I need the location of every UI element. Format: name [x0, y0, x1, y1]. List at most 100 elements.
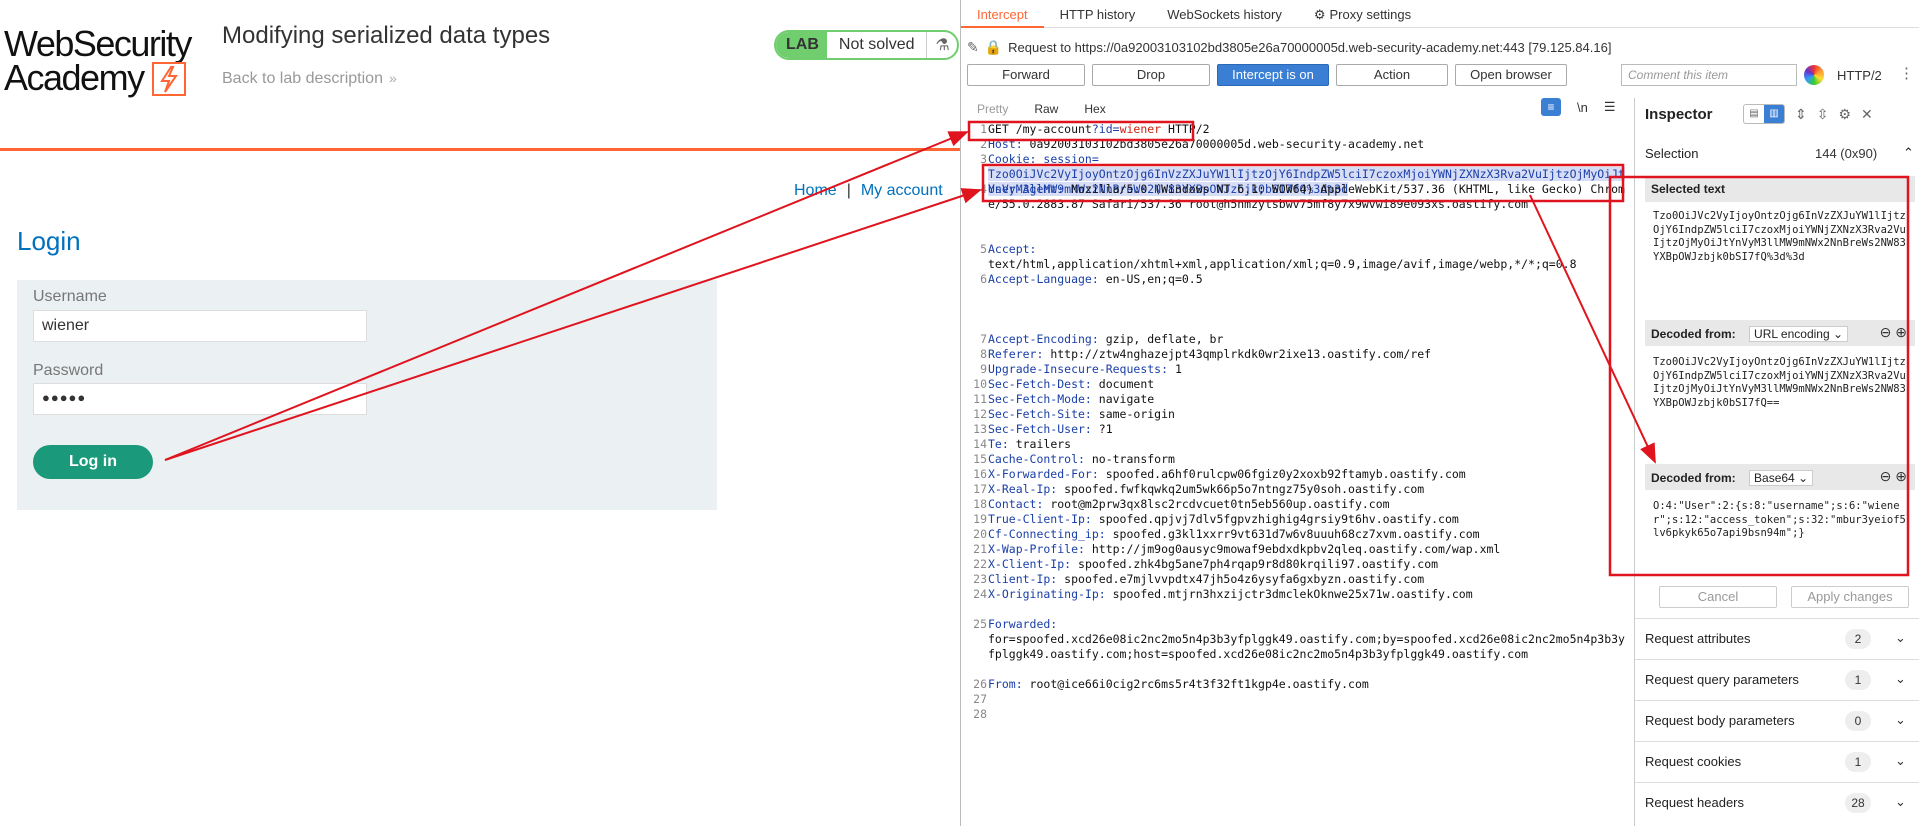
- request-line[interactable]: Referer: http://ztw4nghazejpt43qmplrkdk0…: [988, 347, 1628, 362]
- expand-all-icon[interactable]: ⇕: [1795, 106, 1807, 123]
- request-line[interactable]: X-Real-Ip: spoofed.fwfkqwkq2um5wk66p5o7n…: [988, 482, 1628, 497]
- tab-websockets-history[interactable]: WebSockets history: [1151, 0, 1298, 28]
- action-button[interactable]: Action: [1336, 64, 1448, 86]
- collapse-all-icon[interactable]: ⇳: [1817, 106, 1829, 123]
- layout-toggle[interactable]: ▤ ▥: [1743, 104, 1785, 124]
- comment-input[interactable]: Comment this item: [1621, 64, 1797, 86]
- tab-proxy-settings[interactable]: ⚙ Proxy settings: [1298, 0, 1427, 28]
- web-security-academy-logo[interactable]: WebSecurity Academy: [4, 26, 204, 98]
- top-nav: Home | My account: [794, 182, 943, 200]
- add-decoding-icon[interactable]: ⊕: [1895, 468, 1907, 484]
- remove-decoding-icon[interactable]: ⊖: [1880, 324, 1892, 340]
- tab-hex[interactable]: Hex: [1084, 102, 1105, 116]
- request-line[interactable]: Cache-Control: no-transform: [988, 452, 1628, 467]
- request-line[interactable]: True-Client-Ip: spoofed.qpjvj7dlv5fgpvzh…: [988, 512, 1628, 527]
- request-line[interactable]: Sec-Fetch-User: ?1: [988, 422, 1628, 437]
- line-number: 9: [980, 362, 987, 376]
- accordion-request-attributes[interactable]: Request attributes 2 ⌄: [1635, 618, 1919, 658]
- request-line[interactable]: X-Wap-Profile: http://jm9og0ausyc9mowaf9…: [988, 542, 1628, 557]
- request-line[interactable]: Client-Ip: spoofed.e7mjlvvpdtx47jh5o4z6y…: [988, 572, 1628, 587]
- request-line[interactable]: Sec-Fetch-Mode: navigate: [988, 392, 1628, 407]
- accordion-request-query-parameters[interactable]: Request query parameters 1 ⌄: [1635, 659, 1919, 699]
- lab-status-text: Not solved: [827, 32, 928, 58]
- password-input[interactable]: ●●●●●: [33, 383, 367, 415]
- add-decoding-icon[interactable]: ⊕: [1895, 324, 1907, 340]
- panel-layout-icon[interactable]: ▥: [1764, 105, 1784, 123]
- request-line-segment: same-origin: [1098, 407, 1175, 421]
- remove-decoding-icon[interactable]: ⊖: [1880, 468, 1892, 484]
- selection-row[interactable]: Selection 144 (0x90) ⌃: [1645, 145, 1915, 161]
- accordion-request-headers[interactable]: Request headers 28 ⌄: [1635, 782, 1919, 822]
- decode-type-select-2[interactable]: Base64 ⌄: [1749, 470, 1814, 486]
- decoded-base64-value[interactable]: O:4:"User":2:{s:8:"username";s:6:"wiener…: [1653, 500, 1911, 541]
- request-line[interactable]: Te: trailers: [988, 437, 1628, 452]
- request-line[interactable]: Contact: root@m2prw3qx8lsc2rcdvcuet0tn5e…: [988, 497, 1628, 512]
- decoded-url-label: Decoded from:: [1651, 327, 1736, 341]
- request-line[interactable]: Accept: text/html,application/xhtml+xml,…: [988, 242, 1628, 272]
- forward-button[interactable]: Forward: [967, 64, 1085, 86]
- tab-pretty[interactable]: Pretty: [977, 102, 1008, 116]
- request-line[interactable]: Sec-Fetch-Site: same-origin: [988, 407, 1628, 422]
- more-options-icon[interactable]: ⋮: [1899, 64, 1914, 82]
- proxy-tabs: Intercept HTTP history WebSockets histor…: [961, 0, 1919, 28]
- hamburger-menu-icon[interactable]: ☰: [1604, 99, 1616, 115]
- request-line-segment: spoofed.a6hf0rulcpw06fgiz0y2xoxb92ftamyb…: [1105, 467, 1466, 481]
- nav-my-account-link[interactable]: My account: [861, 182, 943, 199]
- chevron-down-icon: ⌄: [1895, 753, 1906, 768]
- login-button[interactable]: Log in: [33, 445, 153, 479]
- burp-proxy-window: Intercept HTTP history WebSockets histor…: [960, 0, 1919, 826]
- decode-type-select[interactable]: URL encoding ⌄: [1749, 326, 1849, 342]
- open-browser-button[interactable]: Open browser: [1455, 64, 1567, 86]
- request-line[interactable]: GET /my-account?id=wiener HTTP/2: [988, 122, 1628, 137]
- close-icon[interactable]: ✕: [1861, 106, 1873, 123]
- request-line[interactable]: Host: 0a92003103102bd3805e26a70000005d.w…: [988, 137, 1628, 152]
- username-input[interactable]: wiener: [33, 310, 367, 342]
- word-wrap-icon[interactable]: ≡: [1541, 98, 1561, 116]
- request-editor[interactable]: 1 GET /my-account?id=wiener HTTP/2 2 Host: …: [961, 122, 1633, 826]
- http-version[interactable]: HTTP/2: [1837, 68, 1882, 83]
- selected-text-value[interactable]: Tzo0OiJVc2VyIjoyOntzOjg6InVzZXJuYW1lIjtz…: [1653, 210, 1911, 264]
- nav-home-link[interactable]: Home: [794, 182, 837, 199]
- tab-http-history[interactable]: HTTP history: [1044, 0, 1152, 28]
- double-chevron-right-icon: »: [388, 70, 397, 86]
- list-layout-icon[interactable]: ▤: [1744, 105, 1764, 123]
- request-line[interactable]: Accept-Language: en-US,en;q=0.5: [988, 272, 1628, 287]
- request-line[interactable]: X-Client-Ip: spoofed.zhk4bg5ane7ph4rqap9…: [988, 557, 1628, 572]
- tab-intercept[interactable]: Intercept: [961, 0, 1044, 28]
- request-line[interactable]: Sec-Fetch-Dest: document: [988, 377, 1628, 392]
- request-line[interactable]: User-Agent: Mozilla/5.0 (Windows NT 6.1;…: [988, 182, 1628, 212]
- request-line[interactable]: Upgrade-Insecure-Requests: 1: [988, 362, 1628, 377]
- request-line-segment: HTTP/2: [1161, 122, 1210, 136]
- settings-gear-icon[interactable]: ⚙: [1838, 106, 1851, 123]
- request-line[interactable]: Cf-Connecting_ip: spoofed.g3kl1xxrr9vt63…: [988, 527, 1628, 542]
- proxy-settings-label: Proxy settings: [1329, 7, 1412, 22]
- request-line-segment: Mozilla/5.0 (Windows NT 6.1; WOW64) Appl…: [988, 182, 1625, 211]
- request-line[interactable]: Forwarded: for=spoofed.xcd26e08ic2nc2mo5…: [988, 617, 1628, 662]
- accordion-request-cookies[interactable]: Request cookies 1 ⌄: [1635, 741, 1919, 781]
- highlight-color-icon[interactable]: [1804, 65, 1824, 85]
- apply-changes-button[interactable]: Apply changes: [1791, 586, 1909, 608]
- lab-title: Modifying serialized data types: [222, 22, 551, 49]
- request-line[interactable]: Accept-Encoding: gzip, deflate, br: [988, 332, 1628, 347]
- tab-raw[interactable]: Raw: [1034, 102, 1058, 116]
- drop-button[interactable]: Drop: [1092, 64, 1210, 86]
- accordion-count: 1: [1845, 670, 1871, 690]
- request-line[interactable]: X-Forwarded-For: spoofed.a6hf0rulcpw06fg…: [988, 467, 1628, 482]
- cancel-button[interactable]: Cancel: [1659, 586, 1777, 608]
- request-line-segment: text/html,application/xhtml+xml,applicat…: [988, 257, 1577, 271]
- chevron-up-icon[interactable]: ⌃: [1903, 145, 1914, 161]
- selected-text-header: Selected text: [1645, 176, 1915, 202]
- gear-icon: ⚙: [1313, 7, 1326, 22]
- intercept-toggle-button[interactable]: Intercept is on: [1217, 64, 1329, 86]
- accordion-request-body-parameters[interactable]: Request body parameters 0 ⌄: [1635, 700, 1919, 740]
- line-number: 2: [980, 137, 987, 151]
- request-line[interactable]: From: root@ice66i0cig2rc6ms5r4t3f32ft1kg…: [988, 677, 1628, 692]
- line-number: 17: [973, 482, 987, 496]
- line-number: 6: [980, 272, 987, 286]
- back-to-lab-link[interactable]: Back to lab description »: [222, 70, 397, 88]
- decoded-url-value[interactable]: Tzo0OiJVc2VyIjoyOntzOjg6InVzZXJuYW1lIjtz…: [1653, 356, 1911, 410]
- newline-toggle[interactable]: \n: [1577, 100, 1588, 115]
- request-line[interactable]: X-Originating-Ip: spoofed.mtjrn3hxzijctr…: [988, 587, 1628, 602]
- login-heading: Login: [17, 226, 81, 256]
- pencil-icon[interactable]: ✎: [967, 39, 979, 56]
